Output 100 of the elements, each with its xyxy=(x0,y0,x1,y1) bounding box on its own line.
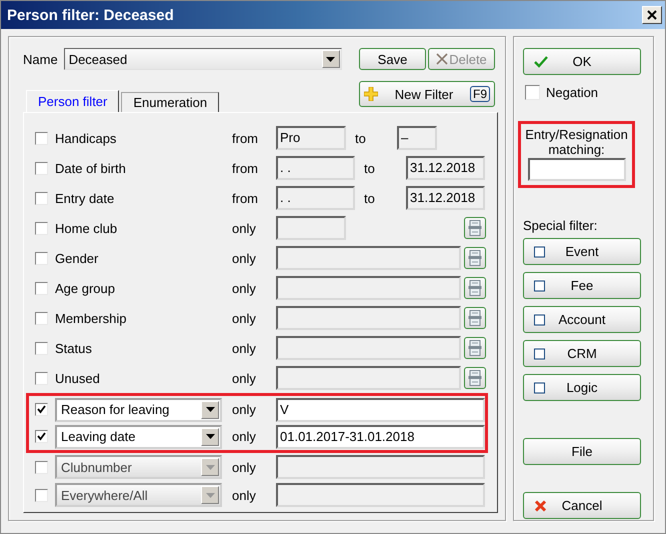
only-label: only xyxy=(232,250,257,266)
x-icon xyxy=(534,499,547,512)
input-field[interactable] xyxy=(276,483,485,507)
input-field[interactable] xyxy=(276,216,346,240)
only-label: only xyxy=(232,460,257,474)
window-title: Person filter: Deceased xyxy=(7,6,174,24)
picker-button[interactable] xyxy=(464,277,486,299)
input-field[interactable]: Pro xyxy=(276,126,346,150)
special-filter-button[interactable]: Event xyxy=(523,238,641,265)
special-filter-label: Special filter: xyxy=(523,218,598,233)
checkbox[interactable] xyxy=(35,252,48,264)
input-field[interactable]: V xyxy=(276,398,485,422)
from-label: from xyxy=(232,160,259,176)
input-field[interactable] xyxy=(276,336,461,360)
from-label: from xyxy=(232,130,259,146)
filter-dropdown[interactable]: Reason for leaving xyxy=(55,398,222,422)
only-label: only xyxy=(232,310,257,326)
save-button[interactable]: Save xyxy=(359,48,426,70)
input-field[interactable] xyxy=(276,276,461,300)
list-icon xyxy=(468,250,482,266)
dropdown-button[interactable] xyxy=(201,400,219,418)
entry-matching-label: Entry/Resignation matching: xyxy=(524,127,629,157)
input-field[interactable]: 31.12.2018 xyxy=(406,186,485,210)
shortcut-key: F9 xyxy=(470,86,490,102)
close-icon xyxy=(647,10,657,20)
picker-button[interactable] xyxy=(464,367,486,389)
input-field[interactable]: 31.12.2018 xyxy=(406,156,485,180)
input-field[interactable] xyxy=(276,246,461,270)
caret-icon xyxy=(206,434,214,439)
only-label: only xyxy=(232,340,257,356)
checkbox[interactable] xyxy=(35,132,48,144)
plus-icon xyxy=(364,87,378,101)
input-field[interactable]: . . xyxy=(276,156,355,180)
input-field[interactable]: – xyxy=(397,126,437,150)
special-filter-button[interactable]: Logic xyxy=(523,374,641,401)
to-label: to xyxy=(364,160,376,176)
only-label: only xyxy=(232,488,257,502)
caret-icon xyxy=(326,56,336,62)
x-icon xyxy=(436,53,448,65)
picker-button[interactable] xyxy=(464,307,486,329)
filter-label: Unused xyxy=(55,370,101,386)
file-button[interactable]: File xyxy=(523,438,641,465)
filter-label: Membership xyxy=(55,310,128,326)
checkbox[interactable] xyxy=(525,85,540,100)
input-field[interactable] xyxy=(276,366,461,390)
list-icon xyxy=(468,220,482,236)
filter-label: Date of birth xyxy=(55,160,127,176)
filter-label: Entry date xyxy=(55,190,116,206)
filter-dropdown[interactable]: Clubnumber xyxy=(55,455,222,479)
input-field[interactable]: 01.01.2017-31.01.2018 xyxy=(276,424,485,448)
cancel-button[interactable]: Cancel xyxy=(523,492,641,519)
only-label: only xyxy=(232,402,257,417)
picker-button[interactable] xyxy=(464,217,486,239)
only-label: only xyxy=(232,280,257,296)
tab[interactable]: Person filter xyxy=(26,90,120,112)
checkbox[interactable] xyxy=(35,222,48,234)
checkbox[interactable] xyxy=(35,488,48,502)
picker-button[interactable] xyxy=(464,247,486,269)
input-field[interactable] xyxy=(276,455,485,479)
special-filter-button[interactable]: CRM xyxy=(523,340,641,367)
checkbox[interactable] xyxy=(35,342,48,354)
list-icon xyxy=(468,280,482,296)
list-icon xyxy=(468,340,482,356)
filter-label: Home club xyxy=(55,220,118,236)
tab[interactable]: Enumeration xyxy=(121,92,220,112)
only-label: only xyxy=(232,370,257,386)
new-filter-button[interactable]: New Filter F9 xyxy=(359,81,495,107)
ok-button[interactable]: OK xyxy=(523,48,641,75)
filter-label: Status xyxy=(55,340,93,356)
caret-icon xyxy=(206,407,214,412)
checkbox[interactable] xyxy=(35,282,48,294)
special-filter-button[interactable]: Account xyxy=(523,306,641,333)
filter-label: Handicaps xyxy=(55,130,118,146)
caret-icon xyxy=(206,464,214,470)
picker-button[interactable] xyxy=(464,337,486,359)
dropdown-button[interactable] xyxy=(201,428,219,446)
filter-label: Age group xyxy=(55,280,116,296)
name-dropdown[interactable]: Deceased xyxy=(64,48,342,70)
checkbox[interactable] xyxy=(35,403,48,416)
checkbox[interactable] xyxy=(35,430,48,443)
only-label: only xyxy=(232,220,257,236)
checkbox[interactable] xyxy=(35,192,48,204)
filter-label: Gender xyxy=(55,250,100,266)
to-label: to xyxy=(364,190,376,206)
checkbox[interactable] xyxy=(35,162,48,174)
dropdown-button[interactable] xyxy=(322,50,340,68)
only-label: only xyxy=(232,429,257,444)
check-icon xyxy=(534,56,548,68)
input-field[interactable]: . . xyxy=(276,186,355,210)
special-filter-button[interactable]: Fee xyxy=(523,272,641,299)
filter-dropdown[interactable]: Everywhere/All xyxy=(55,483,222,507)
input-field[interactable] xyxy=(528,158,626,181)
caret-icon xyxy=(206,492,214,498)
checkbox[interactable] xyxy=(35,372,48,384)
list-icon xyxy=(468,370,482,386)
filter-dropdown[interactable]: Leaving date xyxy=(55,424,222,448)
checkbox[interactable] xyxy=(35,460,48,474)
checkbox[interactable] xyxy=(35,312,48,324)
close-button[interactable] xyxy=(642,6,662,24)
input-field[interactable] xyxy=(276,306,461,330)
